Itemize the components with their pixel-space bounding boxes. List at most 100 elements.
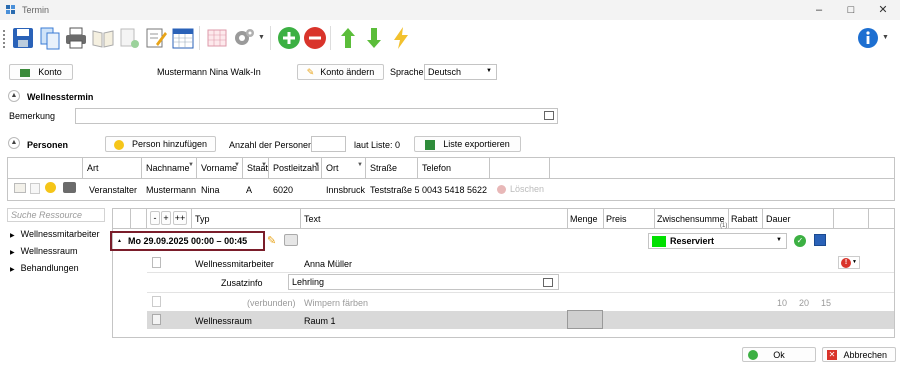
dauer-3: 15 [821, 298, 832, 308]
sprache-label: Sprache [390, 67, 424, 77]
info-icon[interactable] [857, 27, 879, 49]
col-text[interactable]: Text [304, 214, 321, 224]
zusatzinfo-input[interactable]: Lehrling [288, 274, 559, 290]
row-book-icon[interactable] [14, 183, 26, 193]
tree-item-wellnessmitarbeiter[interactable]: ▶ Wellnessmitarbeiter [10, 229, 100, 239]
warning-info-icon[interactable]: ! ▼ [838, 256, 860, 269]
window-title: Termin [22, 5, 50, 15]
tree-item-behandlungen[interactable]: ▶ Behandlungen [10, 263, 79, 273]
row-doc-icon[interactable] [30, 183, 40, 194]
id-card-icon [20, 68, 31, 77]
row-typ: Wellnessraum [195, 316, 252, 326]
selected-row[interactable] [147, 311, 894, 329]
print-icon[interactable] [64, 26, 88, 50]
date-print-icon[interactable] [284, 234, 298, 246]
toolbar-separator [270, 26, 271, 50]
menge-input[interactable] [567, 310, 603, 329]
collapse-date-icon[interactable]: ▲ [117, 238, 122, 244]
col-typ[interactable]: Typ [195, 214, 210, 224]
edit-document-icon[interactable] [144, 26, 168, 50]
col-nachname[interactable]: Nachname ▼ [142, 158, 197, 178]
col-zwischensumme[interactable]: Zwischensumme [657, 214, 725, 224]
arrow-up-icon[interactable] [336, 26, 360, 50]
maximize-icon[interactable]: □ [844, 3, 858, 17]
save-small-icon[interactable] [814, 234, 826, 246]
table-grid-icon[interactable] [205, 26, 229, 50]
document-add-icon[interactable] [117, 26, 141, 50]
loeschen-button[interactable]: Löschen [497, 184, 544, 195]
col-preis[interactable]: Preis [606, 214, 627, 224]
col-menge[interactable]: Menge [570, 214, 598, 224]
add-green-icon[interactable] [277, 26, 301, 50]
row-text: Wimpern färben [304, 298, 369, 308]
bemerkung-label: Bemerkung [9, 111, 56, 121]
arrow-down-icon[interactable] [362, 26, 386, 50]
zusatzinfo-label: Zusatzinfo [221, 278, 263, 288]
col-strasse[interactable]: Straße [366, 158, 418, 178]
konto-aendern-button[interactable]: ✎ Konto ändern [297, 64, 384, 80]
col-staat[interactable]: Staat ▼ [243, 158, 269, 178]
expand-input-icon[interactable] [543, 278, 553, 287]
toolbar-separator [199, 26, 200, 50]
person-nachname: Mustermann [146, 185, 197, 195]
expand-input-icon[interactable] [544, 111, 554, 120]
chevron-down-icon: ▼ [776, 237, 782, 243]
ok-button[interactable]: Ok [742, 347, 816, 362]
toolbar-separator [330, 26, 331, 50]
tree-item-wellnessraum[interactable]: ▶ Wellnessraum [10, 246, 77, 256]
col-plz[interactable]: Postleitzahl ▼ [269, 158, 322, 178]
plusplus-button[interactable]: ++ [173, 211, 187, 225]
abbrechen-button[interactable]: ✕ Abbrechen [822, 347, 896, 362]
plus-button[interactable]: + [161, 211, 171, 225]
liste-exportieren-button[interactable]: Liste exportieren [414, 136, 521, 152]
save-icon[interactable] [11, 26, 35, 50]
person-telefon: 0043 5418 5622 [422, 185, 488, 195]
lightning-icon[interactable] [389, 26, 413, 50]
anzahl-input[interactable] [311, 136, 346, 152]
bemerkung-input[interactable] [75, 108, 558, 124]
expand-arrow-icon: ▶ [10, 233, 15, 239]
settings-gear-icon[interactable] [232, 26, 256, 50]
remove-red-icon[interactable] [303, 26, 327, 50]
anzahl-label: Anzahl der Personen [229, 140, 314, 150]
col-ort[interactable]: Ort ▼ [322, 158, 366, 178]
dauer-2: 20 [799, 298, 810, 308]
book-icon[interactable] [91, 26, 115, 50]
col-dauer[interactable]: Dauer [766, 214, 791, 224]
collapse-personen-icon[interactable]: ▲ [8, 137, 20, 149]
person-hinzufuegen-button[interactable]: Person hinzufügen [105, 136, 216, 152]
row-doc-icon [152, 296, 161, 307]
app-icon [6, 5, 16, 15]
minimize-icon[interactable]: – [812, 3, 826, 17]
row-text: Anna Müller [304, 259, 353, 269]
status-color-swatch [652, 236, 666, 247]
copy-icon[interactable] [38, 26, 62, 50]
smiley-icon [113, 139, 124, 150]
customer-name: Mustermann Nina Walk-In [157, 67, 261, 77]
konto-button[interactable]: Konto [9, 64, 73, 80]
status-select[interactable]: Reserviert ▼ [648, 233, 787, 249]
col-telefon[interactable]: Telefon [418, 158, 490, 178]
info-chevron-down-icon[interactable]: ▼ [882, 34, 889, 41]
chevron-down-icon[interactable]: ▼ [258, 34, 265, 41]
confirm-green-icon[interactable]: ✓ [794, 235, 806, 247]
resource-search-input[interactable]: Suche Ressource [7, 208, 105, 222]
minus-button[interactable]: - [150, 211, 160, 225]
delete-icon [497, 185, 506, 195]
row-print-icon[interactable] [63, 182, 76, 193]
close-icon[interactable]: ✕ [876, 3, 890, 17]
pencil-icon: ✎ [306, 67, 315, 77]
calendar-icon[interactable] [171, 26, 195, 50]
col-rabatt[interactable]: Rabatt [731, 214, 758, 224]
edit-pencil-icon[interactable]: ✎ [267, 234, 276, 247]
row-typ: Wellnessmitarbeiter [195, 259, 274, 269]
cancel-icon: ✕ [827, 350, 837, 360]
chevron-down-icon: ▼ [486, 68, 492, 74]
sprache-select[interactable]: Deutsch ▼ [424, 64, 497, 80]
col-vorname[interactable]: Vorname ▼ [197, 158, 243, 178]
check-icon [748, 350, 758, 360]
row-smiley-icon[interactable] [45, 182, 56, 193]
col-art[interactable]: Art [83, 158, 142, 178]
collapse-wellness-icon[interactable]: ▲ [8, 90, 20, 102]
row-text: Raum 1 [304, 316, 336, 326]
